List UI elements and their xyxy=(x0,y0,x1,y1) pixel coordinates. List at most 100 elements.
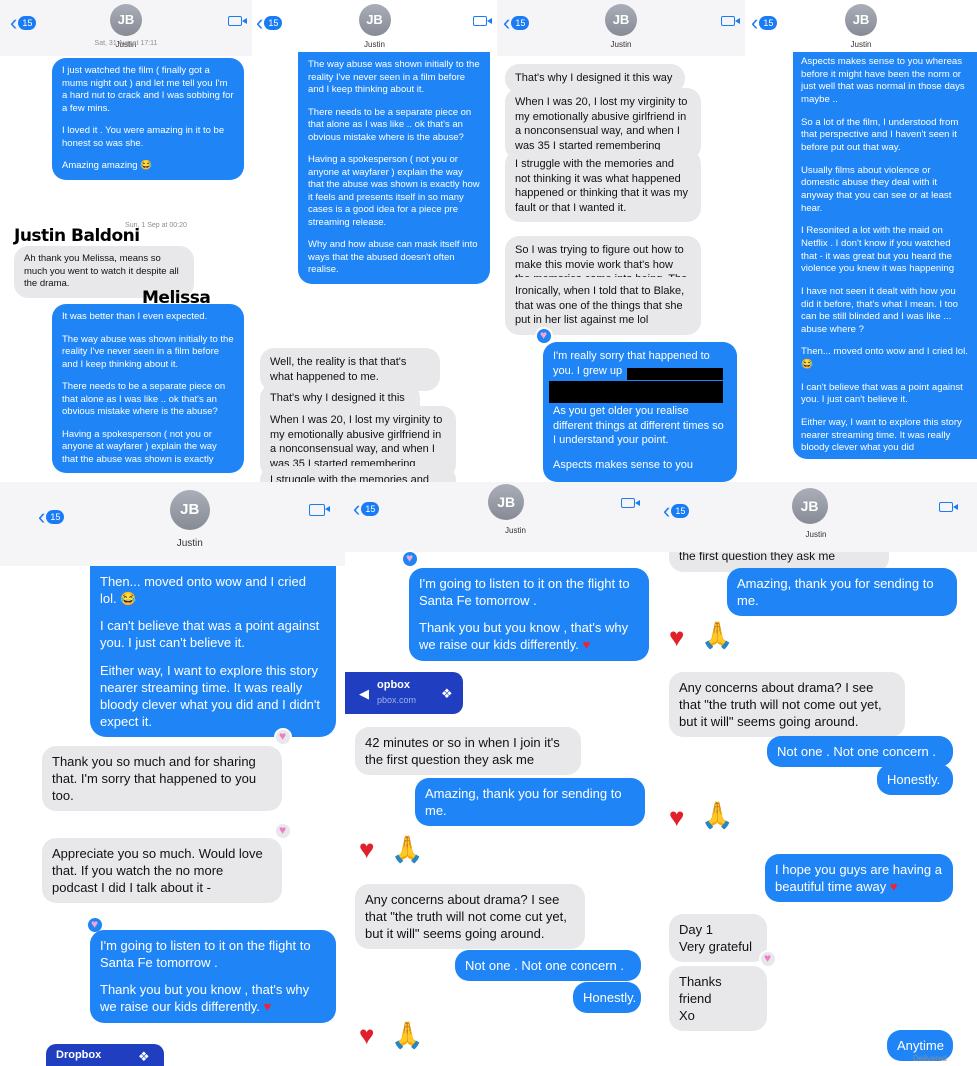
screenshot-panel-1: ‹ 15 JB Justin Sat, 31 Aug at 17:11 I jus… xyxy=(0,0,252,482)
dropbox-icon: ❖ xyxy=(138,1049,150,1064)
conversation-header: ‹ 15 JB Justin xyxy=(252,0,497,56)
speaker-icon[interactable]: ◀ xyxy=(359,686,369,702)
back-button[interactable]: ‹ 15 xyxy=(256,12,283,34)
incoming-message[interactable]: Any concerns about drama? I see that "th… xyxy=(355,884,585,950)
heart-tapback-icon[interactable] xyxy=(401,550,419,568)
back-button[interactable]: ‹ 15 xyxy=(10,10,37,35)
chevron-left-icon: ‹ xyxy=(38,504,46,529)
avatar[interactable]: JB xyxy=(605,4,637,36)
screenshot-panel-2: The way abuse was shown initially to the… xyxy=(252,0,497,482)
outgoing-message[interactable]: Honestly. xyxy=(877,764,953,796)
outgoing-message[interactable]: Amazing, thank you for sending to me. xyxy=(415,778,645,827)
conversation-header: ‹ 15 JB Justin xyxy=(655,482,977,552)
incoming-message[interactable]: Day 1 Very grateful xyxy=(669,914,767,963)
unread-badge: 15 xyxy=(511,16,530,30)
conversation-header: ‹ 15 JB Justin xyxy=(345,482,655,552)
outgoing-message[interactable]: The way abuse was shown initially to the… xyxy=(298,52,490,284)
screenshot-panel-5: ‹ 15 JB Justin Then... moved onto wow and… xyxy=(0,482,345,1066)
avatar[interactable]: JB xyxy=(845,4,877,36)
video-camera-icon[interactable] xyxy=(228,16,247,26)
contact-name[interactable]: Justin xyxy=(745,40,977,49)
incoming-message[interactable]: Thanks friend Xo xyxy=(669,966,767,1032)
contact-name[interactable]: Justin xyxy=(252,40,497,49)
screenshot-panel-4: Aspects makes sense to you whereas befor… xyxy=(745,0,977,482)
contact-name[interactable]: Justin xyxy=(497,40,745,49)
red-heart-emoji: ♥ xyxy=(582,637,591,653)
heart-tapback-icon[interactable] xyxy=(759,950,777,968)
red-heart-emoji: ♥ xyxy=(889,879,898,895)
outgoing-message[interactable]: Amazing, thank you for sending to me. xyxy=(727,568,957,617)
avatar[interactable]: JB xyxy=(791,488,828,524)
redaction-bar xyxy=(549,381,723,403)
screenshot-panel-7: the first question they ask me ‹ 15 JB Ju… xyxy=(655,482,977,1066)
back-button[interactable]: ‹ 15 xyxy=(751,10,778,35)
incoming-message[interactable]: Thank you so much and for sharing that. … xyxy=(42,746,282,812)
conversation-header: ‹ 15 JB Justin xyxy=(497,0,745,56)
incoming-message[interactable]: Appreciate you so much. Would love that.… xyxy=(42,838,282,904)
outgoing-message[interactable]: Not one . Not one concern . xyxy=(455,950,641,982)
outgoing-message[interactable]: Honestly. xyxy=(573,982,641,1014)
outgoing-message[interactable]: I'm really sorry that happened to you. I… xyxy=(543,342,737,482)
conversation-header: ‹ 15 JB Justin xyxy=(0,0,252,56)
video-camera-icon[interactable] xyxy=(309,504,330,516)
outgoing-message[interactable]: Not one . Not one concern . xyxy=(767,736,953,768)
outgoing-message[interactable]: I hope you guys are having a beautiful t… xyxy=(765,854,953,903)
outgoing-message[interactable]: I'm going to listen to it on the flight … xyxy=(90,930,336,1023)
back-button[interactable]: ‹ 15 xyxy=(663,498,690,523)
avatar[interactable]: JB xyxy=(110,4,142,36)
video-camera-icon[interactable] xyxy=(721,16,740,26)
dropbox-link-preview[interactable]: opbox pbox.com ◀ ❖ xyxy=(345,672,463,714)
avatar[interactable]: JB xyxy=(169,490,210,530)
unread-badge: 15 xyxy=(759,16,778,30)
outgoing-message[interactable]: I just watched the film ( finally got a … xyxy=(52,58,244,180)
chevron-left-icon: ‹ xyxy=(503,10,511,35)
delivered-status: Delivered xyxy=(913,1054,947,1063)
back-button[interactable]: ‹ 15 xyxy=(503,10,530,35)
avatar[interactable]: JB xyxy=(488,484,525,520)
conversation-header: ‹ 15 JB Justin xyxy=(745,0,977,50)
timestamp: Sat, 31 Aug at 17:11 xyxy=(94,40,158,47)
incoming-message[interactable]: I struggle with the memories and not thi… xyxy=(505,150,701,223)
incoming-message[interactable]: I struggle with the memories and xyxy=(260,466,456,482)
contact-name[interactable]: Justin xyxy=(655,530,977,539)
folded-hands-emoji: 🙏 xyxy=(701,620,734,650)
unread-badge: 15 xyxy=(46,510,65,524)
outgoing-message[interactable]: Aspects makes sense to you whereas befor… xyxy=(793,52,977,460)
screenshot-panel-3: ‹ 15 JB Justin That's why I designed it t… xyxy=(497,0,745,482)
back-button[interactable]: ‹ 15 xyxy=(353,496,380,521)
incoming-message[interactable]: Any concerns about drama? I see that "th… xyxy=(669,672,905,738)
heart-tapback-icon[interactable] xyxy=(274,822,292,840)
avatar[interactable]: JB xyxy=(358,4,391,36)
video-camera-icon[interactable] xyxy=(939,502,958,512)
chevron-left-icon: ‹ xyxy=(751,10,759,35)
conversation-header: ‹ 15 JB Justin xyxy=(0,482,345,566)
red-heart-emoji: ♥ xyxy=(359,1020,375,1050)
redaction-bar xyxy=(627,368,723,380)
screenshot-panel-6: ‹15 JB Justin I'm going to listen to it … xyxy=(345,482,655,1066)
contact-name[interactable]: Justin xyxy=(376,526,655,535)
unread-badge: 15 xyxy=(361,502,380,516)
contact-name[interactable]: Justin xyxy=(35,538,346,549)
chevron-left-icon: ‹ xyxy=(353,496,361,521)
red-heart-emoji: ♥ xyxy=(669,802,685,832)
outgoing-message[interactable]: I'm going to listen to it on the flight … xyxy=(409,568,649,661)
video-camera-icon[interactable] xyxy=(621,498,640,508)
annotation-justin-baldoni: Justin Baldoni xyxy=(14,226,140,246)
outgoing-message[interactable]: Then... moved onto wow and I cried lol. … xyxy=(90,566,336,738)
incoming-message[interactable]: Ironically, when I told that to Blake, t… xyxy=(505,277,701,335)
folded-hands-emoji: 🙏 xyxy=(391,1020,424,1050)
video-camera-icon[interactable] xyxy=(473,16,492,26)
outgoing-message[interactable]: It was better than I even expected. The … xyxy=(52,304,244,474)
unread-badge: 15 xyxy=(671,504,690,518)
chevron-left-icon: ‹ xyxy=(663,498,671,523)
red-heart-emoji: ♥ xyxy=(669,622,685,652)
unread-badge: 15 xyxy=(264,16,283,30)
back-button[interactable]: ‹ 15 xyxy=(38,504,65,529)
heart-tapback-icon[interactable] xyxy=(274,728,292,746)
chevron-left-icon: ‹ xyxy=(10,10,18,35)
red-heart-emoji: ♥ xyxy=(359,834,375,864)
dropbox-link-preview[interactable]: Dropbox ❖ xyxy=(46,1044,164,1066)
folded-hands-emoji: 🙏 xyxy=(701,800,734,830)
dropbox-icon: ❖ xyxy=(441,686,453,701)
incoming-message[interactable]: 42 minutes or so in when I join it's the… xyxy=(355,727,581,776)
